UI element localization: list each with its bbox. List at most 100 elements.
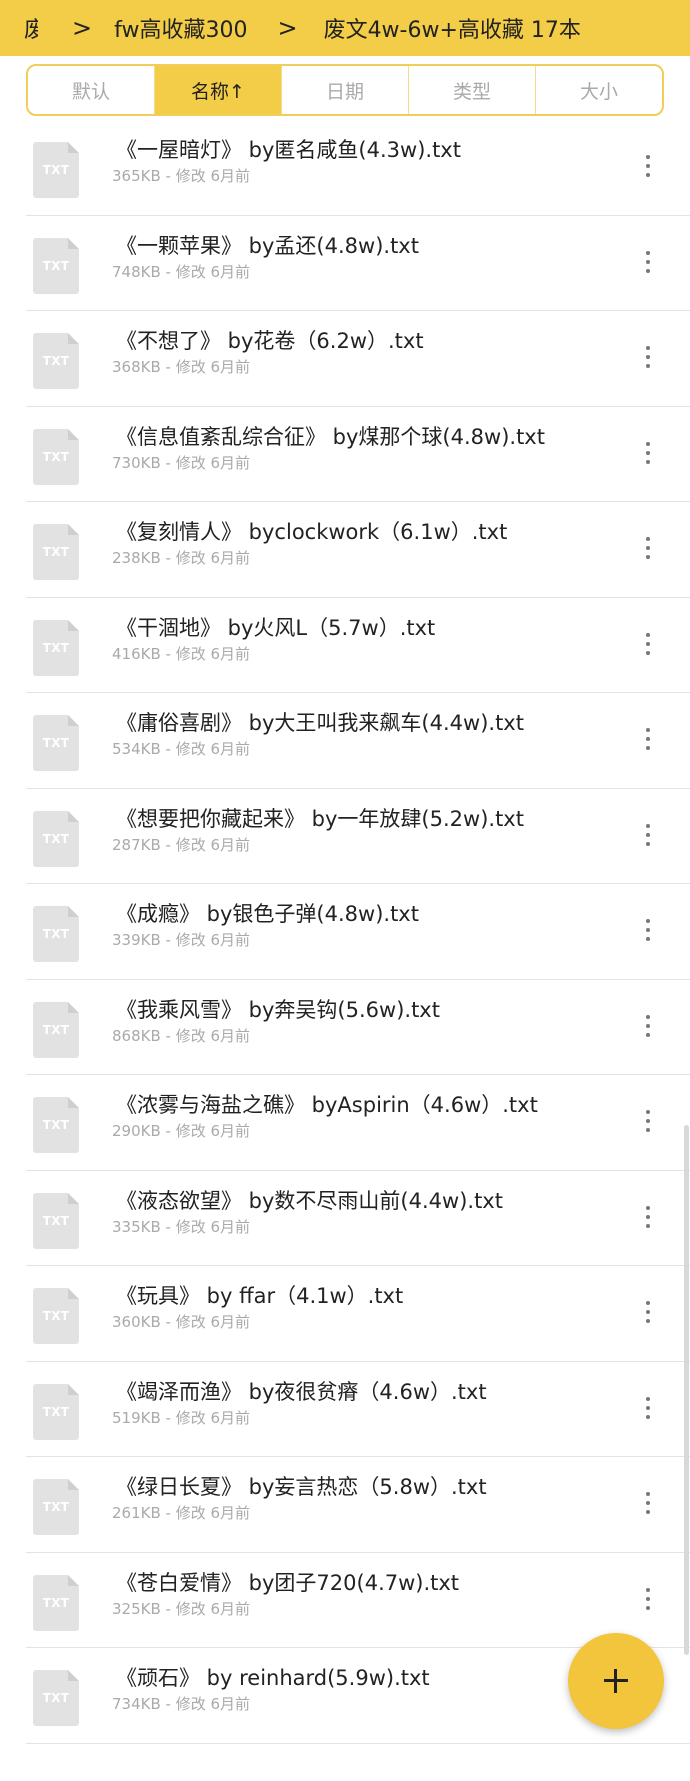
menu-dot bbox=[646, 832, 650, 837]
file-row[interactable]: TXT 《庸俗喜剧》 by大王叫我来飙车(4.4w).txt 534KB - 修改 … bbox=[26, 693, 690, 789]
menu-dot bbox=[646, 841, 650, 846]
sort-tab-size[interactable]: 大小 bbox=[536, 66, 662, 114]
file-name: 《干涸地》 by火风L（5.7w）.txt bbox=[116, 615, 436, 640]
menu-dot bbox=[646, 364, 650, 368]
menu-dot bbox=[646, 1596, 650, 1601]
more-vertical-icon[interactable] bbox=[638, 146, 658, 186]
more-vertical-icon[interactable] bbox=[638, 528, 658, 568]
more-vertical-icon[interactable] bbox=[638, 1483, 658, 1523]
file-row[interactable]: TXT 《信息值紊乱综合征》 by煤那个球(4.8w).txt 730KB - 修改… bbox=[26, 407, 690, 502]
file-row[interactable]: TXT 《一颗苹果》 by孟还(4.8w).txt 748KB - 修改 6月前 bbox=[26, 216, 690, 311]
more-vertical-icon[interactable] bbox=[638, 1197, 658, 1237]
file-name: 《绿日长夏》 by妄言热恋（5.8w）.txt bbox=[116, 1475, 487, 1499]
menu-dot bbox=[646, 1587, 650, 1592]
menu-dot bbox=[646, 1214, 650, 1219]
file-name: 《玩具》 by ffar（4.1w）.txt bbox=[116, 1284, 404, 1308]
txt-file-icon: TXT bbox=[33, 524, 79, 580]
menu-dot bbox=[646, 1023, 650, 1028]
txt-file-icon: TXT bbox=[33, 1001, 79, 1058]
file-name: 《苍白爱情》 by团子720(4.7w).txt bbox=[116, 1570, 460, 1595]
menu-dot bbox=[646, 1110, 650, 1114]
file-name: 《想要把你藏起来》 by一年放肆(5.2w).txt bbox=[116, 806, 524, 831]
txt-file-icon: TXT bbox=[33, 428, 79, 485]
menu-dot bbox=[646, 1510, 650, 1514]
menu-dot bbox=[646, 164, 650, 168]
menu-dot bbox=[646, 173, 650, 177]
file-row[interactable]: TXT 《不想了》 by花卷（6.2w）.txt 368KB - 修改 6月前 bbox=[26, 311, 690, 407]
scrollbar[interactable] bbox=[684, 1125, 689, 1655]
menu-dot bbox=[646, 650, 650, 655]
more-vertical-icon[interactable] bbox=[638, 1388, 658, 1428]
menu-dot bbox=[646, 1205, 650, 1210]
menu-dot bbox=[646, 641, 650, 646]
file-name: 《竭泽而渔》 by夜很贫瘠（4.6w）.txt bbox=[116, 1379, 487, 1404]
file-row[interactable]: TXT 《玩具》 by ffar（4.1w）.txt 360KB - 修改 6月前 bbox=[26, 1266, 690, 1362]
txt-file-icon: TXT bbox=[33, 142, 79, 198]
menu-dot bbox=[646, 450, 650, 455]
menu-dot bbox=[646, 937, 650, 941]
more-vertical-icon[interactable] bbox=[638, 1006, 658, 1046]
breadcrumb-item-parent[interactable]: 废 bbox=[24, 12, 38, 44]
plus-icon bbox=[604, 1669, 628, 1693]
more-vertical-icon[interactable] bbox=[638, 910, 658, 950]
txt-file-icon: TXT bbox=[33, 906, 79, 962]
breadcrumb-item-current[interactable]: 废文4w-6w+高收藏 17本 bbox=[324, 12, 581, 44]
file-meta: 360KB - 修改 6月前 bbox=[112, 1313, 251, 1331]
menu-dot bbox=[646, 1414, 650, 1419]
menu-dot bbox=[646, 1119, 650, 1123]
more-vertical-icon[interactable] bbox=[638, 1101, 658, 1141]
more-vertical-icon[interactable] bbox=[638, 624, 658, 664]
file-row[interactable]: TXT 《成瘾》 by银色子弹(4.8w).txt 339KB - 修改 6月前 bbox=[26, 884, 690, 980]
menu-dot bbox=[646, 346, 650, 350]
more-vertical-icon[interactable] bbox=[638, 1579, 658, 1619]
breadcrumb-item-folder[interactable]: fw高收藏300 bbox=[114, 12, 247, 44]
file-name: 《信息值紊乱综合征》 by煤那个球(4.8w).txt bbox=[116, 424, 545, 449]
file-list: TXT 《一屋暗灯》 by匿名咸鱼(4.3w).txt 365KB - 修改 6月前… bbox=[0, 120, 690, 1744]
menu-dot bbox=[646, 268, 650, 273]
file-row[interactable]: TXT 《我乘风雪》 by奔吴钩(5.6w).txt 868KB - 修改 6月前 bbox=[26, 980, 690, 1075]
sort-tab-date[interactable]: 日期 bbox=[282, 66, 409, 114]
file-row[interactable]: TXT 《液态欲望》 by数不尽雨山前(4.4w).txt 335KB - 修改 6… bbox=[26, 1171, 690, 1266]
file-row[interactable]: TXT 《浓雾与海盐之礁》 byAspirin（4.6w）.txt 290KB - … bbox=[26, 1075, 690, 1171]
txt-file-icon: TXT bbox=[33, 619, 79, 676]
menu-dot bbox=[646, 546, 650, 550]
more-vertical-icon[interactable] bbox=[638, 719, 658, 759]
menu-dot bbox=[646, 1223, 650, 1228]
file-row[interactable]: TXT 《竭泽而渔》 by夜很贫瘠（4.6w）.txt 519KB - 修改 6月前 bbox=[26, 1362, 690, 1457]
menu-dot bbox=[646, 1396, 650, 1401]
file-meta: 325KB - 修改 6月前 bbox=[112, 1599, 251, 1618]
more-vertical-icon[interactable] bbox=[638, 1292, 658, 1332]
menu-dot bbox=[646, 250, 650, 255]
file-row[interactable]: TXT 《干涸地》 by火风L（5.7w）.txt 416KB - 修改 6月前 bbox=[26, 598, 690, 693]
txt-file-icon: TXT bbox=[33, 1288, 79, 1344]
menu-dot bbox=[646, 1128, 650, 1132]
file-row[interactable]: TXT 《复刻情人》 byclockwork（6.1w）.txt 238KB - 修… bbox=[26, 502, 690, 598]
chevron-right-icon: > bbox=[72, 14, 93, 42]
more-vertical-icon[interactable] bbox=[638, 337, 658, 377]
more-vertical-icon[interactable] bbox=[638, 433, 658, 473]
sort-tab-default[interactable]: 默认 bbox=[28, 66, 155, 114]
file-row[interactable]: TXT 《一屋暗灯》 by匿名咸鱼(4.3w).txt 365KB - 修改 6月前 bbox=[26, 120, 690, 216]
sort-tab-name[interactable]: 名称↑ bbox=[155, 66, 282, 114]
more-vertical-icon[interactable] bbox=[638, 815, 658, 855]
file-meta: 365KB - 修改 6月前 bbox=[112, 167, 251, 185]
menu-dot bbox=[646, 459, 650, 464]
menu-dot bbox=[646, 1310, 650, 1314]
sort-tab-type[interactable]: 类型 bbox=[409, 66, 536, 114]
add-button[interactable] bbox=[568, 1633, 664, 1729]
file-row[interactable]: TXT 《绿日长夏》 by妄言热恋（5.8w）.txt 261KB - 修改 6月前 bbox=[26, 1457, 690, 1553]
file-name: 《我乘风雪》 by奔吴钩(5.6w).txt bbox=[116, 997, 440, 1022]
chevron-right-icon: > bbox=[277, 14, 298, 42]
file-name: 《浓雾与海盐之礁》 byAspirin（4.6w）.txt bbox=[116, 1093, 538, 1117]
txt-file-icon: TXT bbox=[33, 237, 79, 294]
file-name: 《复刻情人》 byclockwork（6.1w）.txt bbox=[116, 520, 508, 544]
file-meta: 290KB - 修改 6月前 bbox=[112, 1122, 251, 1140]
file-row[interactable]: TXT 《想要把你藏起来》 by一年放肆(5.2w).txt 287KB - 修改 … bbox=[26, 789, 690, 884]
file-name: 《庸俗喜剧》 by大王叫我来飙车(4.4w).txt bbox=[116, 711, 524, 735]
menu-dot bbox=[646, 259, 650, 264]
menu-dot bbox=[646, 1319, 650, 1323]
file-meta: 368KB - 修改 6月前 bbox=[112, 358, 251, 376]
more-vertical-icon[interactable] bbox=[638, 242, 658, 282]
file-row[interactable]: TXT 《苍白爱情》 by团子720(4.7w).txt 325KB - 修改 6月… bbox=[26, 1553, 690, 1648]
menu-dot bbox=[646, 1405, 650, 1410]
